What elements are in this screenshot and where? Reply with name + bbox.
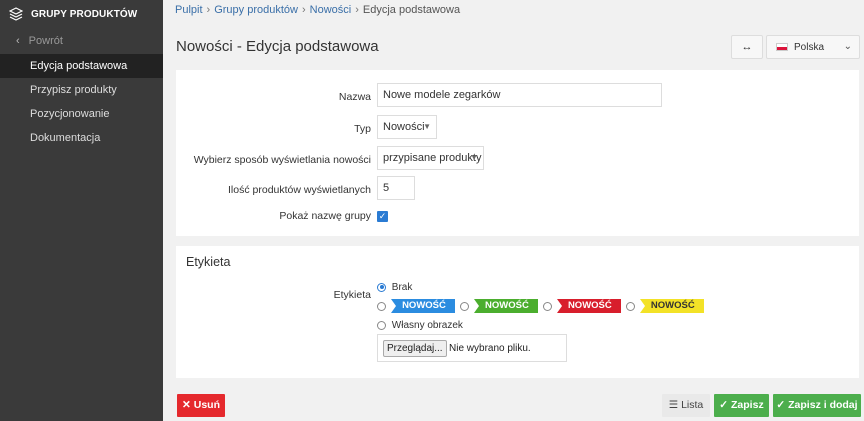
tag-green: NOWOŚĆ [474,299,538,313]
radio-none-label: Brak [391,282,413,293]
sidebar-item-assign-products[interactable]: Przypisz produkty [0,78,163,102]
basic-form-panel: Nazwa Nowe modele zegarków Typ Nowości ▼… [176,70,859,236]
radio-tag-red[interactable] [542,301,552,311]
close-icon: ✕ [182,399,194,411]
radio-none[interactable]: Brak [377,282,412,293]
sidebar-title: GRUPY PRODUKTÓW [31,8,138,20]
show-name-label: Pokaż nazwę grupy [279,210,371,222]
save-label: Zapisz [731,399,764,411]
name-input[interactable]: Nowe modele zegarków [377,83,662,107]
display-select[interactable]: przypisane produkty ▼ [377,146,484,170]
radio-tag-yellow[interactable] [625,301,635,311]
tag-options: NOWOŚĆ NOWOŚĆ NOWOŚĆ NOWOŚĆ [377,299,704,313]
count-label: Ilość produktów wyświetlanych [228,184,371,196]
language-label: Polska [794,41,825,53]
tag-blue: NOWOŚĆ [391,299,455,313]
sidebar-item-basic-edit[interactable]: Edycja podstawowa [0,54,163,78]
save-button[interactable]: ✓ Zapisz [714,394,769,417]
check-icon: ✓ [719,399,732,411]
section-title: Etykieta [186,255,231,269]
radio-custom[interactable]: Własny obrazek [377,320,463,331]
breadcrumb: Pulpit › Grupy produktów › Nowości › Edycja po… [175,4,460,16]
radio-tag-green[interactable] [459,301,469,311]
count-input[interactable]: 5 [377,176,415,200]
language-select[interactable]: Polska ⌄ [766,35,860,59]
list-icon: ☰ [668,399,682,411]
list-label: Lista [681,399,704,411]
chevron-left-icon: ‹ [16,35,20,47]
sidebar-item-label: Dokumentacja [30,132,101,144]
swap-icon: ↔ [741,41,753,53]
tag-yellow: NOWOŚĆ [639,299,704,313]
radio-custom-label: Własny obrazek [391,320,463,331]
radio-button-selected[interactable] [377,282,386,292]
display-label: Wybierz sposób wyświetlania nowości [193,154,371,166]
sidebar-item-documentation[interactable]: Dokumentacja [0,126,163,150]
breadcrumb-dashboard[interactable]: Pulpit [175,4,203,16]
swap-button[interactable]: ↔ [731,35,763,59]
tag-red: NOWOŚĆ [556,299,621,313]
sidebar-item-label: Edycja podstawowa [30,60,128,72]
check-icon: ✓ [776,399,789,411]
breadcrumb-separator: › [206,4,211,16]
display-select-value: przypisane produkty [383,152,482,164]
no-file-text: Nie wybrano pliku. [449,343,531,354]
layers-icon [9,7,23,21]
sidebar-item-positioning[interactable]: Pozycjonowanie [0,102,163,126]
save-and-add-button[interactable]: ✓ Zapisz i dodaj [773,394,861,417]
delete-button[interactable]: ✕ Usuń [177,394,225,417]
type-label: Typ [354,123,371,135]
caret-down-icon: ▼ [470,153,478,162]
save-add-label: Zapisz i dodaj [788,399,858,411]
browse-button[interactable]: Przeglądaj... [383,340,447,357]
list-button[interactable]: ☰ Lista [662,394,710,417]
delete-label: Usuń [193,399,220,411]
caret-down-icon: ▼ [423,122,431,131]
radio-button[interactable] [377,320,386,330]
checkmark-icon: ✓ [378,211,387,221]
back-label: Powrót [28,35,63,47]
sidebar-header: GRUPY PRODUKTÓW [0,0,163,28]
chevron-down-icon: ⌄ [843,41,852,52]
sidebar-item-label: Przypisz produkty [30,84,117,96]
page-title: Nowości - Edycja podstawowa [176,38,379,55]
breadcrumb-separator: › [355,4,359,16]
show-name-checkbox[interactable]: ✓ [377,211,388,222]
breadcrumb-current: Edycja podstawowa [362,4,461,16]
sidebar-item-label: Pozycjonowanie [30,108,110,120]
poland-flag-icon [776,43,788,51]
label-panel: Etykieta Etykieta Brak NOWOŚĆ NOWOŚĆ NOW… [176,246,859,378]
label-field-label: Etykieta [333,289,371,301]
breadcrumb-product-groups[interactable]: Grupy produktów [214,4,298,16]
sidebar: GRUPY PRODUKTÓW ‹ Powrót Edycja podstawo… [0,0,163,421]
type-select-value: Nowości [383,121,425,133]
name-label: Nazwa [338,91,371,103]
back-link[interactable]: ‹ Powrót [0,28,163,54]
breadcrumb-news[interactable]: Nowości [310,4,352,16]
type-select[interactable]: Nowości ▼ [377,115,437,139]
breadcrumb-separator: › [301,4,306,16]
file-input: Przeglądaj... Nie wybrano pliku. [377,334,567,362]
radio-tag-blue[interactable] [377,301,386,311]
